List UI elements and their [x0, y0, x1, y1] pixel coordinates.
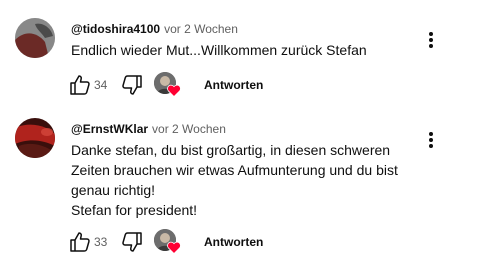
avatar[interactable] [15, 118, 55, 158]
avatar[interactable] [15, 18, 55, 58]
reply-button[interactable]: Antworten [204, 77, 263, 93]
comment-thread: @tidoshira4100 vor 2 Wochen Endlich wiede… [0, 0, 485, 100]
thumbs-up-icon[interactable] [68, 73, 92, 97]
more-actions-button[interactable] [419, 28, 443, 52]
like-count: 34 [94, 78, 108, 92]
more-vertical-icon [429, 32, 433, 36]
comment-timestamp[interactable]: vor 2 Wochen [152, 122, 226, 136]
author-handle[interactable]: @tidoshira4100 [71, 22, 160, 36]
comment-thread: @ErnstWKlar vor 2 Wochen Danke stefan, du… [0, 100, 485, 256]
comment-actions: 34 Antworten [68, 72, 268, 98]
thumbs-up-icon[interactable] [68, 230, 92, 254]
author-handle[interactable]: @ErnstWKlar [71, 122, 148, 136]
more-vertical-icon [429, 144, 433, 148]
more-vertical-icon [429, 138, 433, 142]
more-vertical-icon [429, 44, 433, 48]
creator-heart-badge [154, 229, 181, 255]
comment-text: Danke stefan, du bist großartig, in dies… [71, 142, 398, 218]
more-actions-button[interactable] [419, 128, 443, 152]
comment-header: @ErnstWKlar vor 2 Wochen [71, 121, 226, 137]
thumbs-down-icon[interactable] [120, 73, 144, 97]
comment-actions: 33 Antworten [68, 229, 268, 255]
heart-icon [167, 241, 181, 254]
more-vertical-icon [429, 38, 433, 42]
comment-header: @tidoshira4100 vor 2 Wochen [71, 21, 238, 37]
heart-icon [167, 84, 181, 97]
comment-timestamp[interactable]: vor 2 Wochen [164, 22, 238, 36]
more-vertical-icon [429, 132, 433, 136]
like-count: 33 [94, 235, 108, 249]
creator-heart-badge [154, 72, 181, 98]
reply-button[interactable]: Antworten [204, 234, 263, 250]
thumbs-down-icon[interactable] [120, 230, 144, 254]
comment-text: Endlich wieder Mut...Willkommen zurück S… [71, 42, 367, 58]
